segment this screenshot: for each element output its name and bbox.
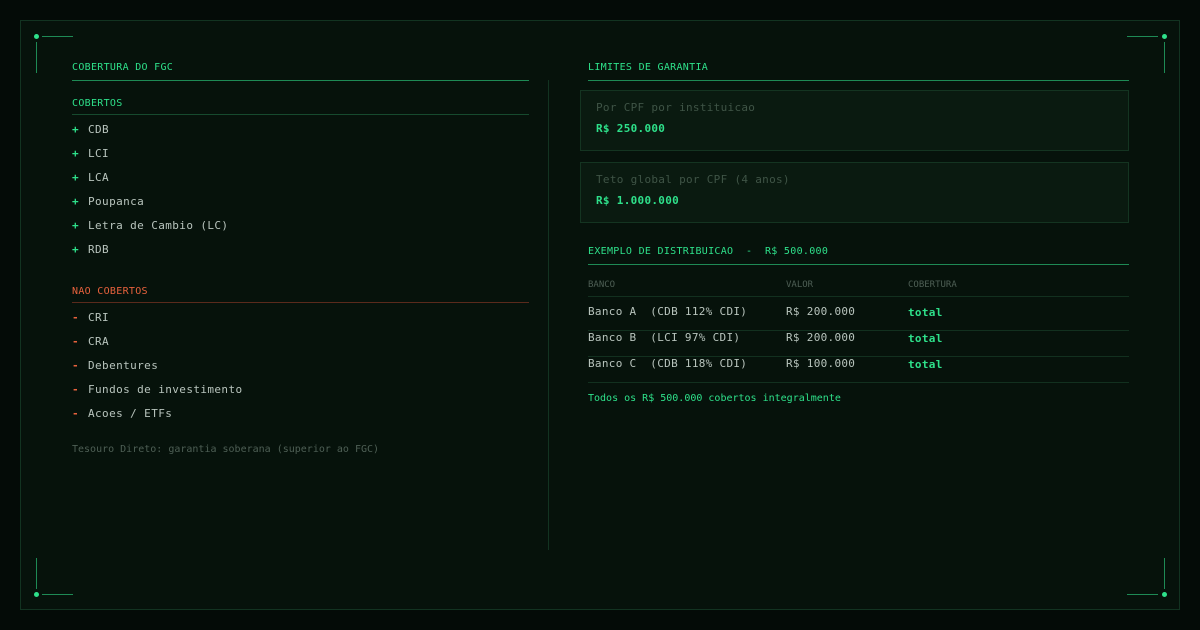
coverage-title-rule [72,80,529,81]
plus-icon: + [72,146,80,160]
limit-card-per-institution: Por CPF por instituicao R$ 250.000 [580,90,1129,151]
list-item: - Fundos de investimento [72,377,243,401]
covered-item-label: RDB [88,242,110,256]
example-summary: Todos os R$ 500.000 cobertos integralmen… [588,393,841,404]
not-covered-item-label: Debentures [88,358,159,372]
covered-rule [72,114,529,115]
corner-bracket-bottom-left [34,552,73,598]
table-header-value: VALOR [786,280,814,290]
list-item: + Poupanca [72,189,228,213]
minus-icon: - [72,358,80,372]
plus-icon: + [72,194,80,208]
covered-item-label: LCA [88,170,110,184]
table-header-coverage: COBERTURA [908,280,957,290]
list-item: + CDB [72,117,228,141]
limits-title: LIMITES DE GARANTIA [588,62,709,73]
corner-bracket-bottom-right [1127,552,1167,598]
plus-icon: + [72,242,80,256]
not-covered-item-label: CRA [88,334,110,348]
corner-bracket-top-left [34,34,73,80]
not-covered-item-label: Fundos de investimento [88,382,243,396]
list-item: + RDB [72,237,228,261]
table-row: Banco A (CDB 112% CDI) R$ 200.000 total [588,305,1129,331]
plus-icon: + [72,122,80,136]
limit-value: R$ 1.000.000 [596,194,680,207]
row-coverage: total [908,306,943,319]
table-bottom-rule [588,382,1129,383]
column-divider [548,80,549,550]
list-item: - Debentures [72,353,243,377]
limit-value: R$ 250.000 [596,122,666,135]
row-bank: Banco C (CDB 118% CDI) [588,357,748,370]
table-row: Banco C (CDB 118% CDI) R$ 100.000 total [588,357,1129,383]
plus-icon: + [72,218,80,232]
limit-label: Teto global por CPF (4 anos) [596,173,790,186]
row-value: R$ 100.000 [786,357,856,370]
not-covered-item-label: Acoes / ETFs [88,406,173,420]
list-item: + LCA [72,165,228,189]
corner-bracket-top-right [1127,34,1167,80]
covered-list: + CDB + LCI + LCA + Poupanca + Letra de Cambi… [72,117,228,261]
covered-item-label: Poupanca [88,194,145,208]
list-item: + Letra de Cambio (LC) [72,213,228,237]
tesouro-note: Tesouro Direto: garantia soberana (super… [72,444,380,455]
table-header-rule [588,296,1129,297]
minus-icon: - [72,334,80,348]
row-value: R$ 200.000 [786,305,856,318]
minus-icon: - [72,310,80,324]
list-item: + LCI [72,141,228,165]
minus-icon: - [72,406,80,420]
table-row: Banco B (LCI 97% CDI) R$ 200.000 total [588,331,1129,357]
row-bank: Banco B (LCI 97% CDI) [588,331,741,344]
not-covered-title: NAO COBERTOS [72,286,148,297]
covered-item-label: Letra de Cambio (LC) [88,218,229,232]
not-covered-item-label: CRI [88,310,110,324]
example-title-rule [588,264,1129,265]
row-coverage: total [908,358,943,371]
row-bank: Banco A (CDB 112% CDI) [588,305,748,318]
not-covered-rule [72,302,529,303]
limit-label: Por CPF por instituicao [596,101,756,114]
plus-icon: + [72,170,80,184]
covered-item-label: LCI [88,146,110,160]
not-covered-list: - CRI - CRA - Debentures - Fundos de investi… [72,305,243,425]
limits-title-rule [588,80,1129,81]
limit-card-global: Teto global por CPF (4 anos) R$ 1.000.00… [580,162,1129,223]
list-item: - Acoes / ETFs [72,401,243,425]
example-title: EXEMPLO DE DISTRIBUICAO - R$ 500.000 [588,246,829,257]
covered-item-label: CDB [88,122,110,136]
row-value: R$ 200.000 [786,331,856,344]
covered-title: COBERTOS [72,98,123,109]
coverage-title: COBERTURA DO FGC [72,62,174,73]
minus-icon: - [72,382,80,396]
list-item: - CRI [72,305,243,329]
list-item: - CRA [72,329,243,353]
table-header-bank: BANCO [588,280,616,290]
row-coverage: total [908,332,943,345]
